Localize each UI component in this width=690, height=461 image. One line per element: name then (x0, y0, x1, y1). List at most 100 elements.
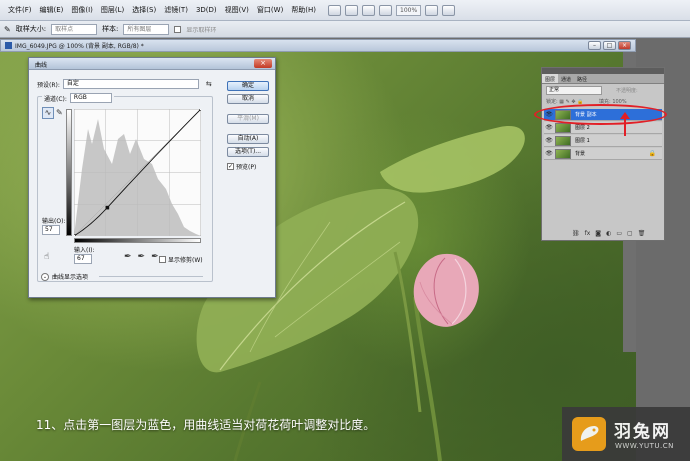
mini-bridge-icon[interactable] (345, 4, 359, 16)
menu-view[interactable]: 视图(V) (221, 5, 253, 15)
lock-transparent-icon[interactable]: ▦ (559, 99, 564, 105)
chevron-down-icon[interactable]: ⌄ (41, 272, 49, 281)
bridge-icon[interactable] (328, 4, 342, 16)
show-ring-checkbox[interactable] (174, 25, 182, 33)
smooth-button[interactable]: 平滑(M) (227, 114, 269, 124)
sample-size-select[interactable]: 取样点 (51, 23, 98, 35)
preset-label: 预设(R): (37, 81, 60, 89)
show-clipping-checkbox[interactable] (159, 256, 166, 263)
input-gradient-bar (74, 238, 201, 243)
menu-help[interactable]: 帮助(H) (287, 5, 320, 15)
layers-panel: 图层 通道 路径 正常 不透明度: 锁定: ▦ ✎ ✥ 🔒 填充: 100% 👁… (541, 67, 665, 241)
sample-select[interactable]: 所有图层 (123, 23, 170, 35)
show-ring-label: 显示取样环 (186, 26, 217, 34)
layer-thumbnail (555, 148, 571, 159)
curves-dialog-title: 曲线 (35, 62, 48, 69)
menu-layer[interactable]: 图层(L) (97, 5, 128, 15)
preset-row: 预设(R): 自定 ⇆ (37, 79, 212, 89)
tab-layers[interactable]: 图层 (542, 74, 559, 83)
channel-select[interactable]: RGB (69, 93, 112, 103)
adjustment-layer-icon[interactable]: ◐ (606, 230, 611, 237)
watermark: 羽兔网 WWW.YUTU.CN (562, 407, 690, 461)
menu-3d[interactable]: 3D(D) (192, 6, 221, 14)
layer-name: 背景 (575, 151, 586, 157)
zoom-level-select[interactable]: 100% (396, 4, 422, 16)
preset-select[interactable]: 自定 (62, 79, 199, 89)
minimize-icon[interactable]: – (588, 41, 601, 50)
menu-window[interactable]: 窗口(W) (253, 5, 287, 15)
ok-button[interactable]: 确定 (227, 81, 269, 91)
pencil-icon[interactable]: ✎ (56, 107, 66, 119)
add-mask-icon[interactable]: ◙ (595, 230, 601, 237)
document-tab[interactable]: IMG_6049.JPG @ 100% (背景 副本, RGB/8) * – □… (0, 39, 636, 52)
eyedroppers: ✒ ✒ ✒ (124, 252, 159, 262)
channel-row: 通道(C): RGB (42, 93, 114, 103)
edit-points-icon[interactable]: ∿ (42, 107, 54, 119)
logo-icon (572, 417, 606, 451)
panel-tabs: 图层 通道 路径 (542, 74, 664, 84)
preset-options-icon[interactable]: ⇆ (206, 80, 212, 88)
tab-channels[interactable]: 通道 (558, 74, 574, 83)
curves-dialog-titlebar[interactable]: 曲线 × (29, 58, 275, 70)
curve-control-point[interactable] (105, 205, 110, 210)
eye-icon[interactable]: 👁 (544, 124, 554, 131)
curve-control-point[interactable] (74, 234, 76, 237)
curve-display-options[interactable]: ⌄ 曲线显示选项 (41, 272, 88, 281)
output-field[interactable]: 57 (42, 225, 60, 235)
divider (99, 276, 203, 277)
show-clipping[interactable]: 显示修剪(W) (159, 255, 203, 264)
lock-image-icon[interactable]: ✎ (566, 99, 570, 105)
maximize-icon[interactable]: □ (603, 41, 616, 50)
menu-select[interactable]: 选择(S) (128, 5, 160, 15)
lock-label: 锁定: (546, 99, 558, 105)
layer-row[interactable]: 👁 背景 🔒 (544, 148, 662, 160)
arrange-documents-icon[interactable] (425, 4, 439, 16)
curve-graph[interactable] (74, 109, 201, 236)
auto-button[interactable]: 自动(A) (227, 134, 269, 144)
eyedropper-tool-icon[interactable]: ✎ (4, 25, 11, 34)
layer-row[interactable]: 👁 图层 1 (544, 135, 662, 147)
layer-thumbnail (555, 122, 571, 133)
layers-footer: ⛓ fx ◙ ◐ ▭ ▢ 🗑 (572, 230, 645, 237)
new-layer-icon[interactable]: ▢ (627, 230, 633, 237)
lock-icon: 🔒 (648, 150, 656, 157)
hand-tool-icon[interactable] (362, 4, 376, 16)
dialog-buttons: 确定 取消 平滑(M) 自动(A) 选项(T)... ✓ 预览(P) (227, 81, 269, 171)
new-group-icon[interactable]: ▭ (616, 230, 622, 237)
cancel-button[interactable]: 取消 (227, 94, 269, 104)
input-field[interactable]: 67 (74, 254, 92, 264)
document-icon (5, 42, 12, 49)
preview-toggle[interactable]: ✓ 预览(P) (227, 162, 269, 171)
blend-mode-select[interactable]: 正常 (546, 86, 602, 95)
screen-mode-icon[interactable] (442, 4, 456, 16)
link-layers-icon[interactable]: ⛓ (572, 230, 580, 237)
eye-icon[interactable]: 👁 (544, 150, 554, 157)
preview-checkbox[interactable]: ✓ (227, 163, 234, 170)
curve-control-point[interactable] (199, 109, 202, 111)
gray-point-eyedropper-icon[interactable]: ✒ (138, 252, 146, 262)
document-title: IMG_6049.JPG @ 100% (背景 副本, RGB/8) * (15, 43, 144, 50)
menu-image[interactable]: 图像(I) (67, 5, 97, 15)
layer-name: 图层 1 (575, 138, 590, 144)
close-icon[interactable]: × (254, 59, 272, 68)
options-button[interactable]: 选项(T)... (227, 147, 269, 157)
menu-file[interactable]: 文件(F) (4, 5, 36, 15)
tab-paths[interactable]: 路径 (574, 74, 590, 83)
close-icon[interactable]: × (618, 41, 631, 50)
zoom-tool-icon[interactable] (379, 4, 393, 16)
menu-edit[interactable]: 编辑(E) (36, 5, 68, 15)
highlight-ellipse (534, 104, 667, 125)
black-point-eyedropper-icon[interactable]: ✒ (124, 252, 132, 262)
opacity-label: 不透明度: (616, 88, 638, 94)
curves-dialog: 曲线 × 预设(R): 自定 ⇆ 通道(C): RGB ∿ ✎ 输出(O): 5… (28, 57, 276, 298)
fx-icon[interactable]: fx (585, 230, 591, 237)
on-image-adjust-icon[interactable]: ☝ (44, 252, 49, 262)
white-point-eyedropper-icon[interactable]: ✒ (151, 252, 159, 262)
menu-filter[interactable]: 滤镜(T) (160, 5, 192, 15)
eye-icon[interactable]: 👁 (544, 137, 554, 144)
menu-bar: 文件(F) 编辑(E) 图像(I) 图层(L) 选择(S) 滤镜(T) 3D(D… (0, 0, 690, 21)
output-gradient-bar (66, 109, 72, 236)
blend-row: 正常 不透明度: (546, 86, 638, 95)
watermark-url: WWW.YUTU.CN (615, 442, 674, 450)
trash-icon[interactable]: 🗑 (638, 230, 646, 237)
